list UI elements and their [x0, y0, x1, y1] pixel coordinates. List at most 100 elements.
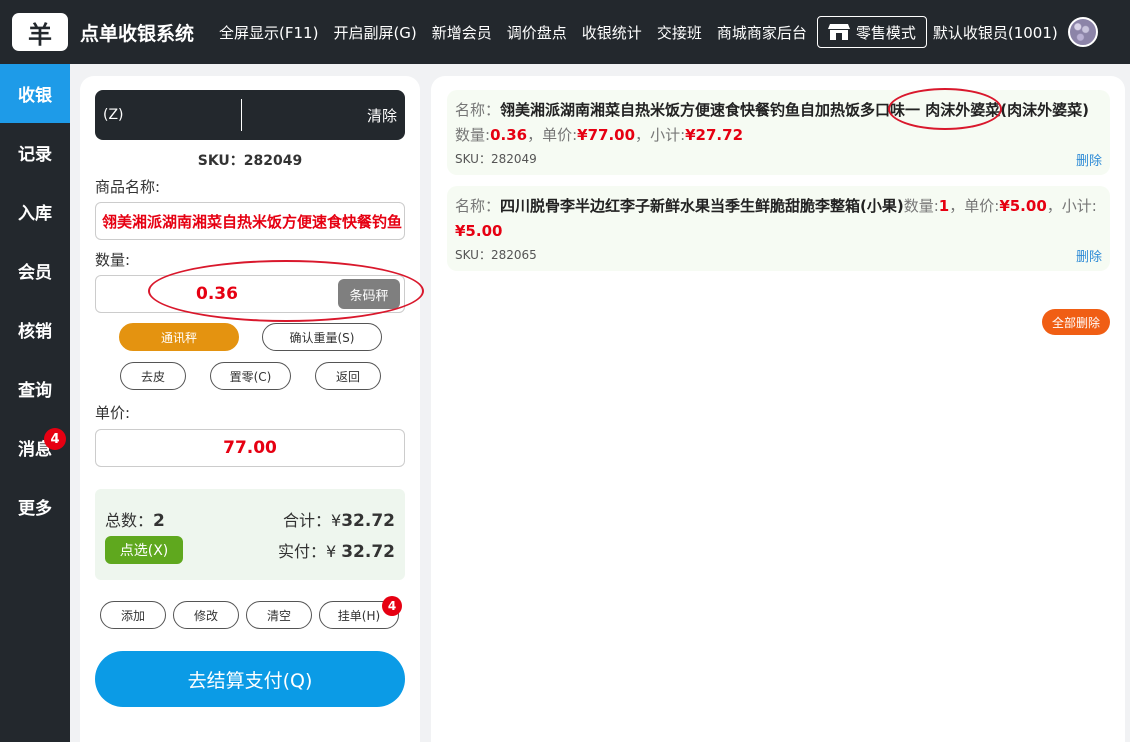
nav-label: 会员 [18, 263, 52, 283]
item-delete-link[interactable]: 删除 [1076, 150, 1102, 169]
menu-new-member[interactable]: 新增会员 [432, 22, 492, 43]
item-sku-value: 282049 [490, 152, 537, 166]
item-qty-label: 数量: [455, 126, 491, 144]
confirm-weight-button[interactable]: 确认重量(S) [262, 323, 382, 351]
cart-item-info: 名称：四川脱骨李半边红李子新鲜水果当季生鲜脆甜脆李整箱(小果)数量:1，单价:¥… [455, 197, 1097, 240]
item-sku: SKU：282049 [455, 150, 537, 169]
nav-label: 更多 [18, 499, 52, 519]
quantity-field[interactable]: 0.36 条码秤 [95, 275, 405, 313]
avatar[interactable] [1067, 17, 1098, 47]
item-qty: 1 [938, 197, 950, 215]
item-sku-value: 282065 [490, 248, 537, 262]
item-price-label: 单价: [964, 197, 1000, 215]
comm-scale-button[interactable]: 通讯秤 [119, 323, 239, 351]
item-name-label: 名称： [455, 101, 501, 119]
menu-secondary-screen[interactable]: 开启副屏(G) [333, 22, 416, 43]
menu-cashier-stats[interactable]: 收银统计 [582, 22, 642, 43]
product-name-value: 翎美湘派湖南湘菜自热米饭方便速食快餐钓鱼自加热饭多 [102, 212, 404, 231]
top-menu: 全屏显示(F11) 开启副屏(G) 新增会员 调价盘点 收银统计 交接班 商城商… [204, 22, 807, 43]
cashier-name[interactable]: 默认收银员(1001) [933, 22, 1058, 43]
total-sum-value: 32.72 [341, 511, 395, 531]
hold-order-label: 挂单(H) [337, 608, 381, 623]
nav-item-records[interactable]: 记录 [0, 123, 70, 182]
sku-label: SKU： [197, 153, 244, 169]
item-subtotal: ¥5.00 [455, 222, 503, 240]
item-name-label: 名称： [455, 197, 501, 215]
cart-item-info: 名称：翎美湘派湖南湘菜自热米饭方便速食快餐钓鱼自加热饭多口味一 肉沫外婆菜(肉沫… [455, 101, 1089, 144]
nav-label: 入库 [18, 204, 52, 224]
total-sum-label: 合计：¥ [283, 511, 342, 530]
paid-amount: 实付：¥ 32.72 [278, 538, 395, 562]
nav-label: 收银 [18, 86, 52, 106]
delete-all-button[interactable]: 全部删除 [1042, 309, 1110, 335]
nav-label: 查询 [18, 381, 52, 401]
product-entry-panel: 清除 SKU：282049 商品名称: 翎美湘派湖南湘菜自热米饭方便速食快餐钓鱼… [80, 76, 420, 742]
nav-item-more[interactable]: 更多 [0, 477, 70, 536]
back-button[interactable]: 返回 [315, 362, 381, 390]
tare-button[interactable]: 去皮 [120, 362, 186, 390]
cart-item-footer: SKU：282065 删除 [455, 246, 1102, 265]
cart-panel: 名称：翎美湘派湖南湘菜自热米饭方便速食快餐钓鱼自加热饭多口味一 肉沫外婆菜(肉沫… [431, 76, 1125, 742]
item-subtotal-label: 小计: [1061, 197, 1097, 215]
order-summary: 总数：2 合计：¥32.72 点选(X) 实付：¥ 32.72 [95, 489, 405, 580]
unit-price-field[interactable]: 77.00 [95, 429, 405, 467]
item-qty: 0.36 [490, 126, 528, 144]
item-price-label: 单价: [542, 126, 578, 144]
unit-price-value: 77.00 [223, 438, 277, 458]
nav-item-members[interactable]: 会员 [0, 241, 70, 300]
unit-price-label: 单价: [95, 404, 131, 422]
app-logo: 羊 [12, 13, 68, 51]
product-name-field[interactable]: 翎美湘派湖南湘菜自热米饭方便速食快餐钓鱼自加热饭多 [95, 202, 405, 240]
top-bar: 羊 点单收银系统 全屏显示(F11) 开启副屏(G) 新增会员 调价盘点 收银统… [0, 0, 1130, 64]
cart-item-footer: SKU：282049 删除 [455, 150, 1102, 169]
checkout-pay-button[interactable]: 去结算支付(Q) [95, 651, 405, 707]
item-qty-label: 数量: [903, 197, 939, 215]
total-sum: 合计：¥32.72 [283, 507, 395, 531]
zero-button[interactable]: 置零(C) [210, 362, 291, 390]
nav-label: 记录 [18, 145, 52, 165]
retail-mode-label: 零售模式 [855, 23, 916, 42]
app-title: 点单收银系统 [80, 22, 195, 45]
nav-item-verify[interactable]: 核销 [0, 300, 70, 359]
add-button[interactable]: 添加 [100, 601, 166, 629]
cart-item[interactable]: 名称：翎美湘派湖南湘菜自热米饭方便速食快餐钓鱼自加热饭多口味一 肉沫外婆菜(肉沫… [447, 90, 1110, 175]
modify-button[interactable]: 修改 [173, 601, 239, 629]
item-subtotal-label: 小计: [650, 126, 686, 144]
main-area: 清除 SKU：282049 商品名称: 翎美湘派湖南湘菜自热米饭方便速食快餐钓鱼… [70, 64, 1130, 742]
product-name-label: 商品名称: [95, 178, 161, 196]
menu-merchant-backend[interactable]: 商城商家后台 [717, 22, 807, 43]
barcode-input[interactable] [95, 99, 241, 131]
item-sku: SKU：282065 [455, 246, 537, 265]
item-subtotal: ¥27.72 [685, 126, 744, 144]
nav-item-query[interactable]: 查询 [0, 359, 70, 418]
item-price: ¥77.00 [577, 126, 636, 144]
menu-shift-handover[interactable]: 交接班 [657, 22, 702, 43]
hold-order-badge: 4 [382, 596, 402, 616]
total-count-value: 2 [153, 511, 165, 531]
item-delete-link[interactable]: 删除 [1076, 246, 1102, 265]
item-sku-label: SKU： [455, 248, 491, 262]
clear-cart-button[interactable]: 清空 [246, 601, 312, 629]
scan-clear-button[interactable]: 清除 [367, 105, 397, 126]
total-count-label: 总数： [105, 511, 154, 530]
barcode-scale-button[interactable]: 条码秤 [338, 279, 400, 309]
menu-price-stocktake[interactable]: 调价盘点 [507, 22, 567, 43]
item-name: 四川脱骨李半边红李子新鲜水果当季生鲜脆甜脆李整箱(小果) [500, 197, 904, 215]
cart-item[interactable]: 名称：四川脱骨李半边红李子新鲜水果当季生鲜脆甜脆李整箱(小果)数量:1，单价:¥… [447, 186, 1110, 271]
sku-value: 282049 [243, 153, 303, 169]
retail-mode-button[interactable]: 零售模式 [816, 16, 927, 48]
nav-label: 核销 [18, 322, 52, 342]
menu-fullscreen[interactable]: 全屏显示(F11) [219, 22, 318, 43]
item-sku-label: SKU： [455, 152, 491, 166]
nav-item-stock-in[interactable]: 入库 [0, 182, 70, 241]
hold-order-button[interactable]: 挂单(H) 4 [319, 596, 402, 629]
paid-value: 32.72 [341, 542, 395, 562]
total-count: 总数：2 [105, 507, 165, 531]
messages-badge: 4 [44, 428, 66, 450]
select-button[interactable]: 点选(X) [105, 536, 183, 564]
quantity-value: 0.36 [196, 284, 238, 304]
nav-item-checkout[interactable]: 收银 [0, 64, 70, 123]
nav-item-messages[interactable]: 消息 4 [0, 418, 70, 477]
paid-label: 实付：¥ [277, 542, 342, 561]
quantity-label: 数量: [95, 251, 131, 269]
